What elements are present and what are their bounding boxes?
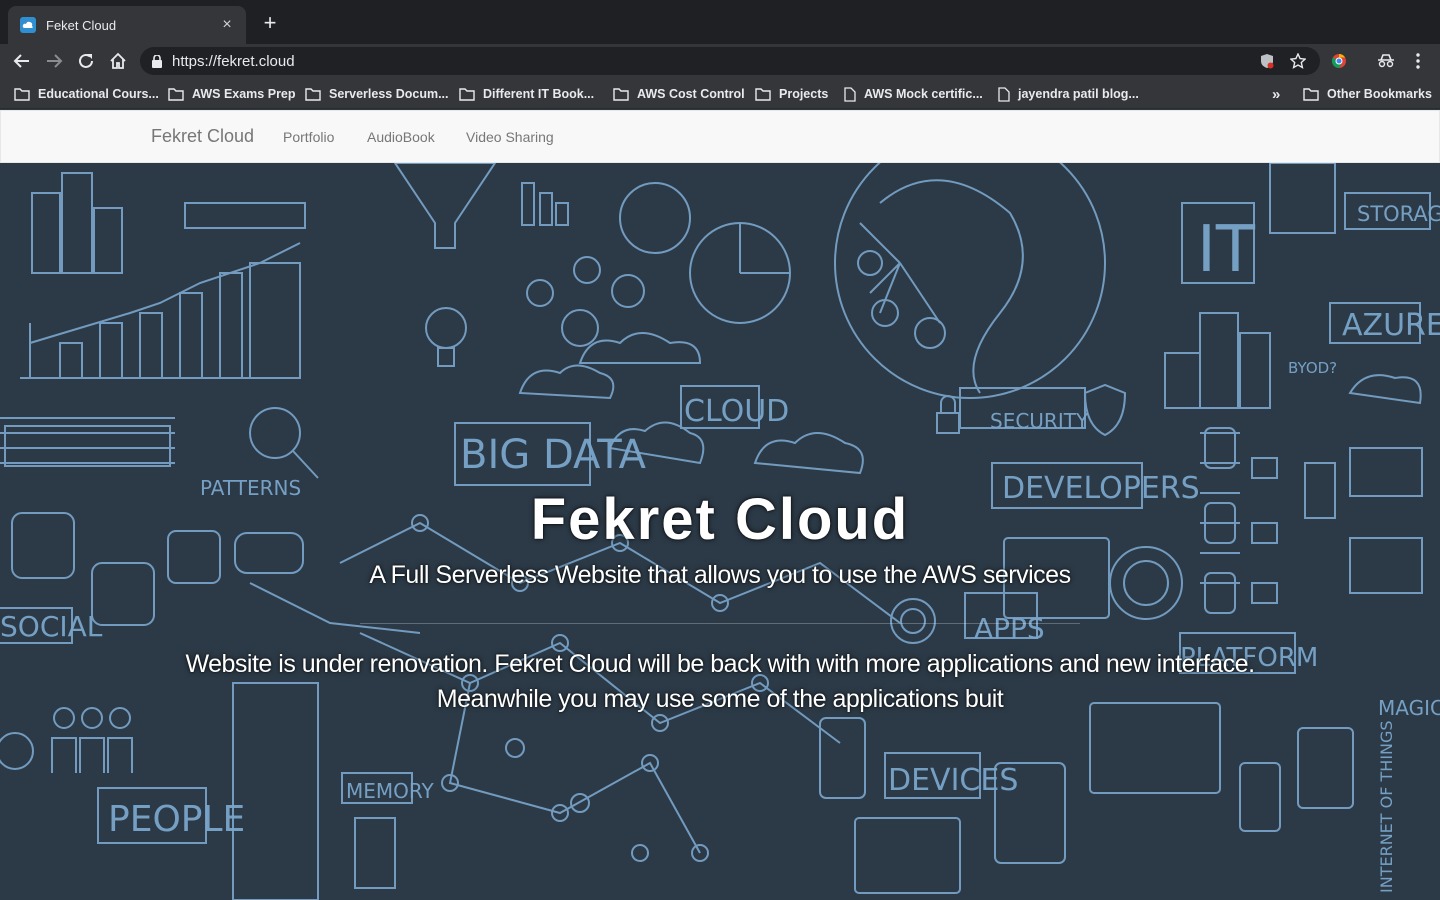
svg-text:AZURE: AZURE <box>1342 308 1440 343</box>
bookmark-label: Different IT Book... <box>483 87 595 101</box>
bookmark-item[interactable]: jayendra patil blog... <box>998 84 1139 104</box>
other-bookmarks-label: Other Bookmarks <box>1327 87 1432 101</box>
nav-audiobook[interactable]: AudioBook <box>367 129 435 145</box>
tab-title: Feket Cloud <box>46 17 117 33</box>
close-tab-icon[interactable]: × <box>218 16 236 34</box>
hero-section: STORAGE IT AZURE BYOD? CLOUD BIG DATA SE… <box>0 163 1440 900</box>
site-brand[interactable]: Fekret Cloud <box>151 126 254 147</box>
hero-subtitle: A Full Serverless Website that allows yo… <box>369 561 1071 589</box>
address-bar[interactable]: https://fekret.cloud <box>140 47 1320 75</box>
bookmark-label: AWS Cost Control <box>637 87 745 101</box>
browser-tab[interactable]: Feket Cloud × <box>8 6 246 44</box>
home-icon <box>110 52 126 69</box>
folder-icon <box>168 87 184 101</box>
svg-text:BYOD?: BYOD? <box>1288 359 1337 377</box>
bookmark-item[interactable]: AWS Cost Control <box>613 84 745 104</box>
svg-text:PEOPLE: PEOPLE <box>108 799 245 840</box>
doodle-storage-label: STORAGE <box>1357 202 1440 226</box>
folder-icon <box>613 87 629 101</box>
hero-message-line-1: Website is under renovation. Fekret Clou… <box>185 650 1255 678</box>
incognito-icon <box>1378 54 1394 68</box>
chrome-extension-icon <box>1331 53 1346 69</box>
nav-video-sharing[interactable]: Video Sharing <box>466 129 554 145</box>
kebab-menu-icon <box>1416 53 1420 69</box>
bookmark-label: Serverless Docum... <box>329 87 449 101</box>
svg-text:DEVICES: DEVICES <box>888 763 1018 798</box>
chevron-double-right-icon: » <box>1272 85 1281 103</box>
bookmark-item[interactable]: AWS Exams Prep <box>168 84 296 104</box>
bookmark-item[interactable]: Serverless Docum... <box>305 84 449 104</box>
folder-icon <box>459 87 475 101</box>
bookmarks-overflow-button[interactable]: » <box>1272 84 1280 104</box>
forward-button[interactable] <box>42 49 66 73</box>
page-icon <box>844 86 856 102</box>
reload-button[interactable] <box>74 49 98 73</box>
folder-icon <box>14 87 30 101</box>
bookmark-item[interactable]: Projects <box>755 84 828 104</box>
star-icon[interactable] <box>1290 53 1306 69</box>
bookmark-label: AWS Mock certific... <box>864 87 983 101</box>
bookmark-label: jayendra patil blog... <box>1018 87 1139 101</box>
bookmark-label: Projects <box>779 87 829 101</box>
svg-text:INTERNET OF THINGS: INTERNET OF THINGS <box>1377 720 1396 893</box>
hero-message: Website is under renovation. Fekret Clou… <box>0 647 1440 717</box>
svg-text:SECURITY: SECURITY <box>990 409 1089 433</box>
cloud-favicon-icon <box>20 17 36 33</box>
url-text: https://fekret.cloud <box>172 52 295 70</box>
bookmark-label: Educational Cours... <box>38 87 159 101</box>
incognito-button[interactable] <box>1374 49 1398 73</box>
bookmarks-bar: Educational Cours... AWS Exams Prep Serv… <box>0 78 1440 109</box>
browser-tab-strip: Feket Cloud × + <box>0 0 1440 44</box>
back-button[interactable] <box>10 49 34 73</box>
menu-button[interactable] <box>1406 49 1430 73</box>
other-bookmarks[interactable]: Other Bookmarks <box>1303 84 1432 104</box>
svg-text:CLOUD: CLOUD <box>684 394 789 429</box>
lock-icon <box>152 54 162 68</box>
site-navbar: Fekret Cloud Portfolio AudioBook Video S… <box>0 110 1440 163</box>
svg-text:MEMORY: MEMORY <box>346 779 435 803</box>
hero-divider <box>360 623 1080 624</box>
bookmark-item[interactable]: Educational Cours... <box>14 84 159 104</box>
page-icon <box>998 86 1010 102</box>
home-button[interactable] <box>106 49 130 73</box>
hero-title: Fekret Cloud <box>530 487 910 552</box>
extension-button[interactable] <box>1327 49 1351 73</box>
bookmark-item[interactable]: Different IT Book... <box>459 84 594 104</box>
svg-text:IT: IT <box>1197 213 1256 287</box>
reload-icon <box>79 53 93 68</box>
browser-toolbar: https://fekret.cloud <box>0 44 1440 78</box>
svg-text:APPS: APPS <box>974 612 1045 645</box>
folder-icon <box>755 87 771 101</box>
hero-message-line-2: Meanwhile you may use some of the applic… <box>436 685 1004 713</box>
bookmark-item[interactable]: AWS Mock certific... <box>844 84 983 104</box>
nav-portfolio[interactable]: Portfolio <box>283 129 334 145</box>
svg-text:BIG DATA: BIG DATA <box>460 432 647 478</box>
new-tab-button[interactable]: + <box>258 12 282 36</box>
folder-icon <box>305 87 321 101</box>
arrow-right-icon <box>47 54 63 68</box>
bookmark-label: AWS Exams Prep <box>192 87 296 101</box>
svg-text:SOCIAL: SOCIAL <box>0 610 103 643</box>
arrow-left-icon <box>13 54 29 68</box>
folder-icon <box>1303 87 1319 101</box>
blocked-content-icon[interactable] <box>1260 53 1274 69</box>
